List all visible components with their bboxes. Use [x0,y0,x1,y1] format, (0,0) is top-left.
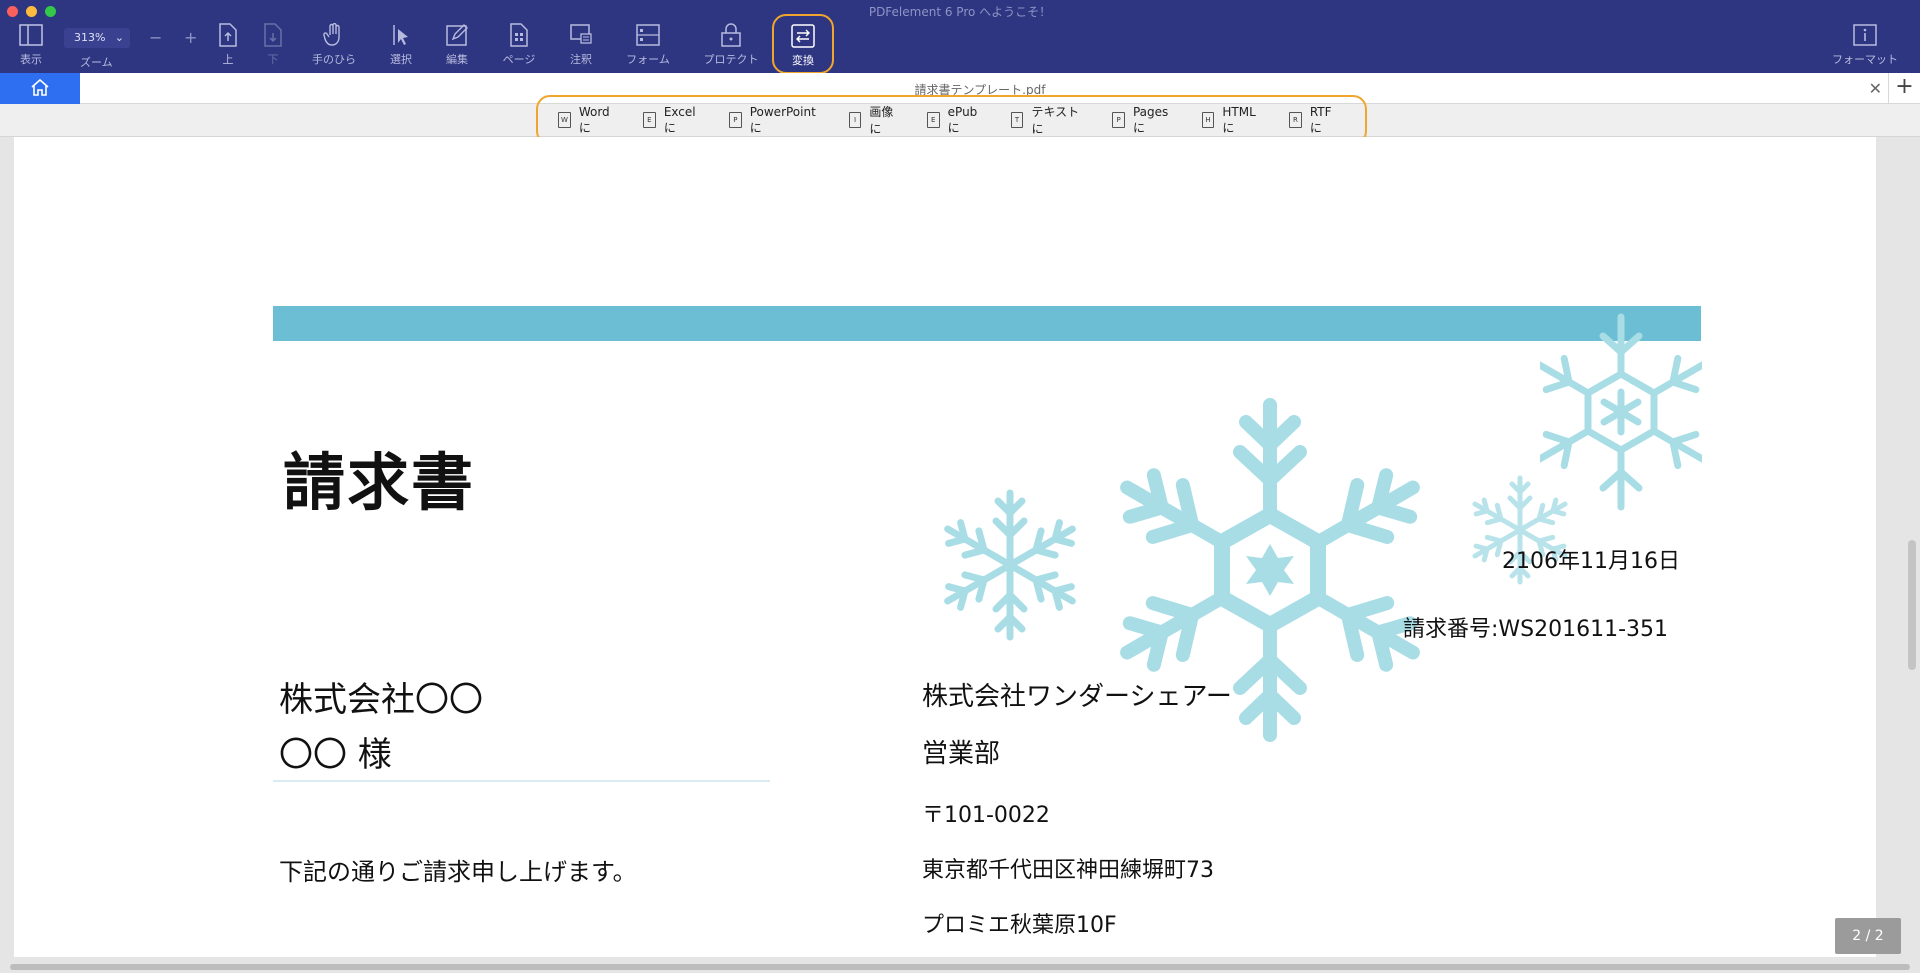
edit-tool-button[interactable]: 編集 [429,22,485,67]
convert-to-epub-button[interactable]: EePubに [926,105,989,136]
excel-file-icon: E [642,112,656,128]
protect-tool-button[interactable]: プロテクト [703,22,759,67]
convert-to-text-button[interactable]: T テキストに [1010,103,1091,137]
sidebar-icon [18,22,44,48]
convert-icon [790,23,816,49]
convert-to-word-button[interactable]: W Wordに [558,105,621,136]
convert-to-excel-button[interactable]: E Excelに [642,105,707,136]
page-down-button[interactable]: 下 [245,22,301,67]
close-tab-button[interactable]: ✕ [1869,79,1882,98]
seller-address: 東京都千代田区神田練塀町73 [922,858,1214,883]
form-tool-button[interactable]: フォーム [620,22,676,67]
horizontal-scrollbar[interactable] [10,964,1910,970]
convert-to-image-button[interactable]: I 画像に [848,103,905,137]
lock-icon [718,22,744,48]
page-indicator: 2 / 2 [1835,918,1901,954]
text-file-icon: T [1010,112,1024,128]
invoice-number: 請求番号:WS201611-351 [1403,617,1669,642]
invoice-date: 2106年11月16日 [1502,549,1680,574]
seller-department: 営業部 [922,739,1001,769]
zoom-label: ズーム [80,56,113,69]
convert-tool-button[interactable]: 変換 [772,14,834,74]
hand-icon [321,22,347,48]
format-panel-button[interactable]: フォーマット [1832,22,1898,67]
convert-to-html-button[interactable]: H HTMLに [1201,105,1268,136]
word-file-icon: W [558,112,571,128]
seller-building: プロミエ秋葉原10F [922,913,1117,938]
edit-icon [444,22,470,48]
client-underline [273,780,770,782]
seller-company: 株式会社ワンダーシェアー [922,682,1232,712]
new-tab-button[interactable]: + [1888,73,1920,104]
main-toolbar: PDFelement 6 Pro へようこそ！ 表示 313% ⌄ ズーム − … [0,0,1920,74]
header-band [273,306,1701,341]
snowflake-corner-icon [1540,313,1702,512]
form-icon [635,22,661,48]
zoom-out-button[interactable]: − [149,28,162,47]
zoom-in-button[interactable]: + [184,28,197,47]
display-button[interactable]: 表示 [3,22,59,67]
chevron-down-icon: ⌄ [114,31,124,44]
convert-to-powerpoint-button[interactable]: P PowerPointに [728,105,827,136]
window-title: PDFelement 6 Pro へようこそ！ [868,5,1052,19]
page-grid-icon [506,22,532,48]
page-down-icon [260,22,286,48]
seller-zip: 〒101-0022 [922,803,1050,828]
client-honorific: 〇〇 様 [279,735,392,775]
epub-file-icon: E [926,112,940,128]
rtf-file-icon: R [1289,112,1302,128]
zoom-select[interactable]: 313% ⌄ [64,28,130,48]
hand-tool-button[interactable]: 手のひら [306,22,362,67]
page-up-icon [215,22,241,48]
powerpoint-file-icon: P [728,112,742,128]
image-file-icon: I [848,112,862,128]
client-company: 株式会社〇〇 [279,680,483,720]
convert-to-rtf-button[interactable]: R RTFに [1289,105,1343,136]
invoice-note: 下記の通りご請求申し上げます。 [279,858,637,886]
html-file-icon: H [1201,112,1215,128]
select-tool-button[interactable]: 選択 [373,22,429,67]
cursor-icon [388,22,414,48]
snowflake-icon [940,489,1080,645]
info-icon [1852,22,1878,48]
vertical-scrollbar[interactable] [1908,540,1916,670]
comment-tool-button[interactable]: 注釈 [553,22,609,67]
pages-file-icon: P [1112,112,1125,128]
page-tool-button[interactable]: ページ [491,22,547,67]
convert-to-pages-button[interactable]: P Pagesに [1112,105,1179,136]
document-title: 請求書 [283,446,476,519]
comment-icon [568,22,594,48]
